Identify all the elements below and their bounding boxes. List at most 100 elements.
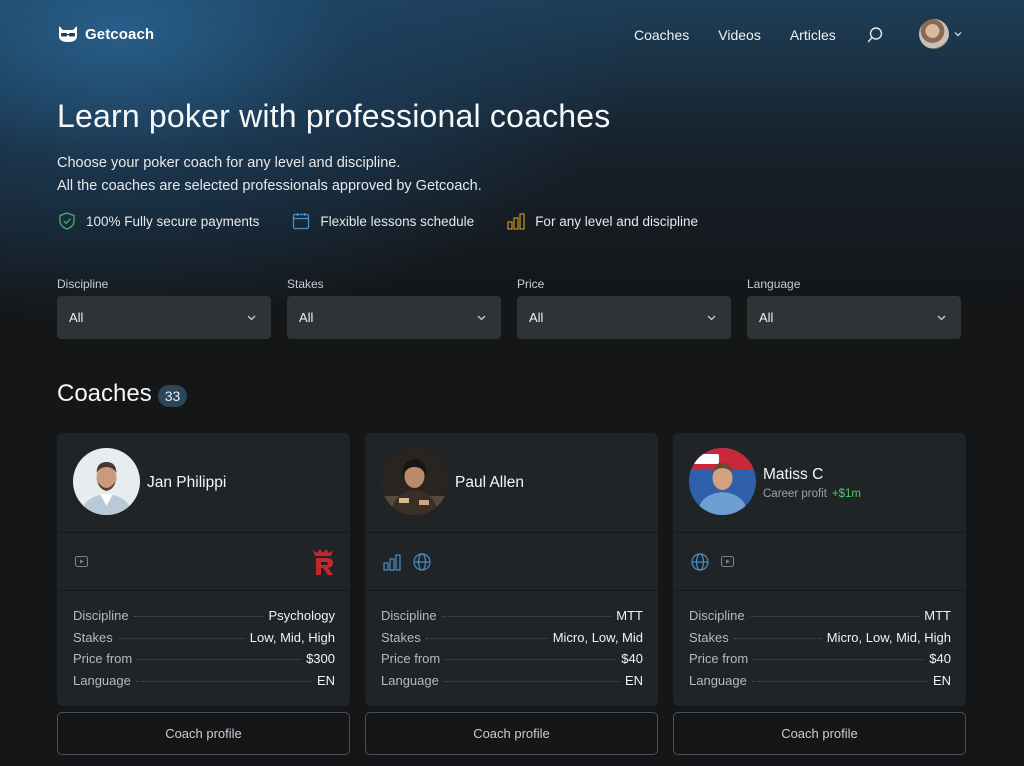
- hero-subtitle: Choose your poker coach for any level an…: [57, 152, 482, 198]
- filter-label: Language: [747, 277, 801, 291]
- main-nav: Coaches Videos Articles: [634, 27, 836, 43]
- detail-key: Stakes: [73, 629, 113, 645]
- coach-card: Matiss C Career profit +$1m Discipline M…: [673, 433, 966, 755]
- coach-card-header: Paul Allen: [365, 433, 658, 533]
- detail-key: Language: [381, 672, 439, 688]
- detail-value: Psychology: [268, 608, 335, 623]
- top-navbar: Getcoach Coaches Videos Articles: [0, 0, 1024, 70]
- detail-row-language: Language EN: [381, 673, 643, 695]
- select-value: All: [69, 310, 84, 325]
- coach-name[interactable]: Jan Philippi: [147, 474, 226, 492]
- filters-bar: Discipline All Stakes All Price All Lang…: [57, 277, 961, 339]
- brand-name: Getcoach: [85, 25, 155, 43]
- detail-key: Stakes: [381, 629, 421, 645]
- feature-list: 100% Fully secure payments Flexible less…: [57, 211, 730, 231]
- chevron-down-icon: [707, 315, 716, 321]
- chevron-down-icon: [477, 315, 486, 321]
- coach-details: Discipline MTT Stakes Micro, Low, Mid, Hig…: [673, 591, 966, 706]
- detail-row-language: Language EN: [689, 673, 951, 695]
- coaches-count-badge: 33: [157, 384, 188, 407]
- coach-card-body[interactable]: Jan Philippi Discipline Psychology Stake…: [57, 433, 350, 706]
- calendar-icon: [293, 213, 310, 230]
- detail-row-price: Price from $40: [381, 651, 643, 673]
- detail-key: Price from: [381, 651, 441, 666]
- coach-photo: [73, 448, 140, 515]
- feature-any-level: For any level and discipline: [506, 211, 698, 231]
- coaches-heading: Coaches 33: [57, 380, 188, 408]
- coach-profile-button[interactable]: Coach profile: [57, 712, 350, 755]
- coach-details: Discipline Psychology Stakes Low, Mid, Hig…: [57, 591, 350, 706]
- avatar[interactable]: [919, 19, 949, 49]
- filter-label: Price: [517, 277, 545, 291]
- chevron-down-icon[interactable]: [953, 29, 963, 39]
- stakes-select[interactable]: All: [287, 296, 501, 339]
- video-icon: [720, 555, 735, 568]
- coach-card-header: Matiss C Career profit +$1m: [673, 433, 966, 533]
- coach-details: Discipline MTT Stakes Micro, Low, Mid Pric…: [365, 591, 658, 706]
- detail-key: Language: [689, 672, 747, 688]
- detail-row-discipline: Discipline MTT: [689, 608, 951, 630]
- detail-value: EN: [624, 672, 643, 688]
- feature-label: For any level and discipline: [535, 213, 699, 229]
- detail-key: Stakes: [689, 629, 729, 645]
- coach-card-list: Jan Philippi Discipline Psychology Stake…: [57, 433, 966, 755]
- nav-videos[interactable]: Videos: [718, 27, 761, 43]
- feature-label: Flexible lessons schedule: [320, 213, 475, 229]
- detail-row-price: Price from $300: [73, 651, 335, 673]
- feature-flexible-schedule: Flexible lessons schedule: [291, 211, 474, 231]
- shield-check-icon: [59, 212, 75, 230]
- section-title: Coaches: [57, 380, 152, 407]
- coach-name[interactable]: Matiss C: [763, 466, 823, 484]
- detail-value: EN: [316, 672, 335, 688]
- detail-key: Discipline: [73, 608, 129, 623]
- user-menu[interactable]: [919, 19, 963, 49]
- page-title: Learn poker with professional coaches: [57, 98, 611, 134]
- detail-value: $300: [306, 651, 335, 666]
- detail-key: Language: [73, 672, 131, 688]
- filter-stakes: Stakes All: [287, 277, 501, 339]
- hero-subtitle-line1: Choose your poker coach for any level an…: [57, 155, 401, 171]
- coach-photo: [689, 448, 756, 515]
- logo-icon: [59, 26, 77, 42]
- detail-value: MTT: [924, 608, 951, 623]
- discipline-select[interactable]: All: [57, 296, 271, 339]
- detail-key: Price from: [73, 651, 133, 666]
- filter-label: Stakes: [287, 277, 324, 291]
- detail-value: Low, Mid, High: [249, 629, 335, 645]
- hero-subtitle-line2: All the coaches are selected professiona…: [57, 178, 482, 194]
- chevron-down-icon: [247, 315, 256, 321]
- price-select[interactable]: All: [517, 296, 731, 339]
- coach-card: Paul Allen Discipline MTT Stakes Micro, …: [365, 433, 658, 755]
- video-icon: [74, 555, 89, 568]
- detail-value: $40: [621, 651, 643, 666]
- select-value: All: [299, 310, 314, 325]
- coach-tags: [365, 533, 658, 591]
- coach-tags: [57, 533, 350, 591]
- detail-value: Micro, Low, Mid, High: [826, 629, 951, 645]
- career-profit-value: +$1m: [831, 488, 862, 500]
- coach-profile-button[interactable]: Coach profile: [365, 712, 658, 755]
- career-profit: Career profit +$1m: [763, 488, 861, 500]
- coach-card-header: Jan Philippi: [57, 433, 350, 533]
- nav-coaches[interactable]: Coaches: [634, 27, 689, 43]
- coach-card-body[interactable]: Paul Allen Discipline MTT Stakes Micro, …: [365, 433, 658, 706]
- coach-profile-button[interactable]: Coach profile: [673, 712, 966, 755]
- filter-label: Discipline: [57, 277, 109, 291]
- detail-row-stakes: Stakes Micro, Low, Mid: [381, 630, 643, 652]
- detail-value: $40: [929, 651, 951, 666]
- career-profit-label: Career profit: [763, 488, 827, 500]
- coach-card: Jan Philippi Discipline Psychology Stake…: [57, 433, 350, 755]
- search-icon[interactable]: [866, 26, 884, 44]
- bar-chart-icon: [507, 213, 525, 230]
- detail-row-language: Language EN: [73, 673, 335, 695]
- globe-icon: [691, 552, 709, 571]
- coach-card-body[interactable]: Matiss C Career profit +$1m Discipline M…: [673, 433, 966, 706]
- language-select[interactable]: All: [747, 296, 961, 339]
- coach-name[interactable]: Paul Allen: [455, 474, 524, 492]
- detail-row-price: Price from $40: [689, 651, 951, 673]
- nav-articles[interactable]: Articles: [790, 27, 836, 43]
- chevron-down-icon: [937, 315, 946, 321]
- detail-row-stakes: Stakes Micro, Low, Mid, High: [689, 630, 951, 652]
- brand-r-logo: [313, 549, 333, 575]
- brand-logo[interactable]: Getcoach: [57, 24, 154, 44]
